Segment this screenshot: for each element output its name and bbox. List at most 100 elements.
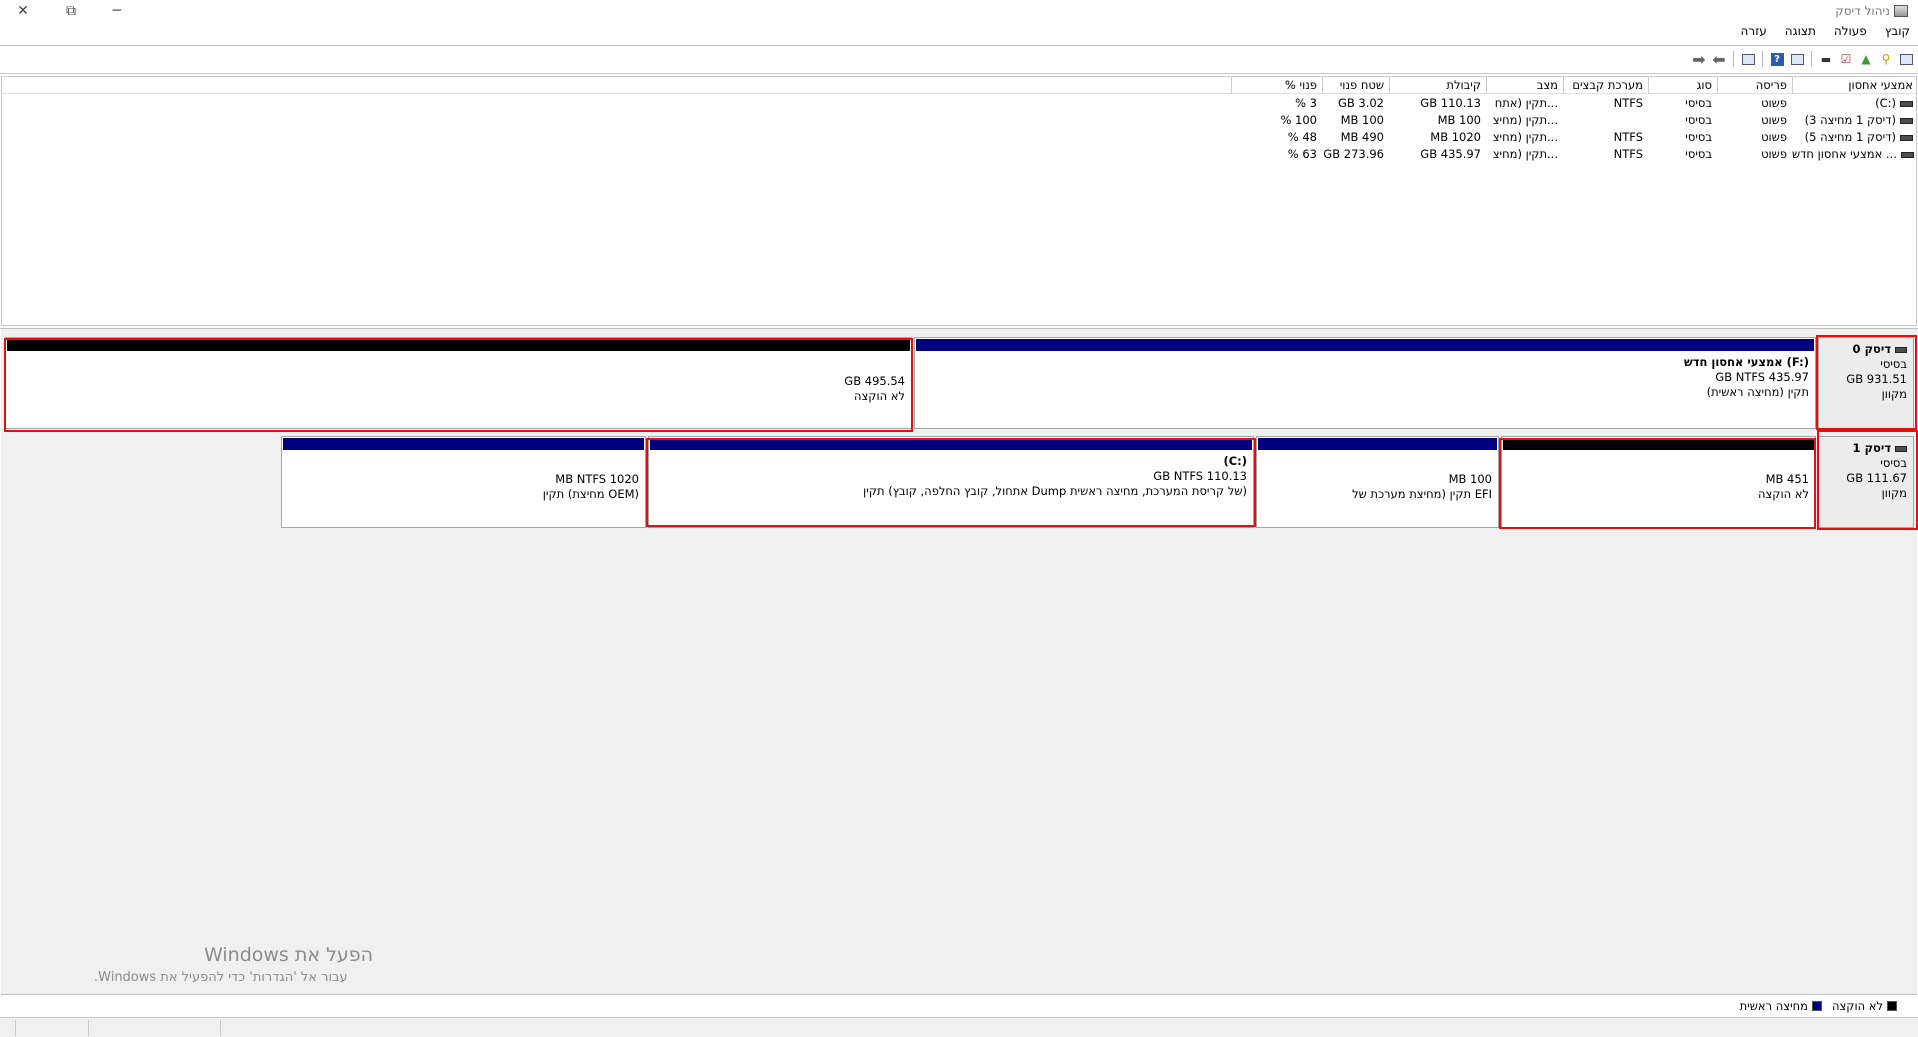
partition-disk1-c[interactable]: (C:) GB NTFS 110.13 תקין (אתחול, קובץ הח… [648,436,1254,528]
col-layout[interactable]: פריסה [1717,77,1792,94]
row-file-system: NTFS [1613,96,1643,110]
partition-size: MB NTFS 1020 [555,472,639,486]
partition-info: MB NTFS 1020 תקין (מחיצת OEM) [543,472,639,502]
menu-help[interactable]: עזרה [1741,24,1767,38]
new-volume-button[interactable]: ▲ [1858,51,1874,67]
forward-button[interactable]: ➡ [1691,49,1707,69]
table-row[interactable]: (C:) [1792,95,1918,112]
col-capacity[interactable]: קיבולת [1389,77,1486,94]
help-button[interactable]: ? [1769,51,1785,67]
partition-disk1-unallocated[interactable]: MB 451 לא הוקצה [1501,436,1816,528]
menu-view[interactable]: תצוגה [1785,24,1816,38]
disk-icon [1895,346,1907,353]
help-icon: ? [1770,52,1784,66]
row-percent-free: % 100 [1280,113,1317,127]
partition-size: MB 451 [1765,472,1809,486]
volume-list[interactable]: אמצעי אחסון פריסה סוג מערכת קבצים מצב קי… [1,76,1918,326]
toolbar-separator [1811,51,1812,67]
minimize-icon: ─ [112,3,122,19]
toolbar-bottom-border [0,73,1918,74]
partition-size: GB NTFS 435.97 [1715,370,1809,384]
row-file-system: NTFS [1613,130,1643,144]
disk-1-type: בסיסי [1880,456,1907,470]
row-status: תקין (מחיצ... [1492,147,1558,161]
show-hide-console-tree-button[interactable] [1740,51,1756,67]
menu-bar: קובץ פעולה תצוגה עזרה [1741,24,1910,38]
properties-button[interactable] [1789,51,1805,67]
status-divider [88,1020,89,1036]
row-percent-free: % 48 [1287,130,1317,144]
legend-label: לא הוקצה [1831,999,1883,1013]
disk-management-icon [1894,5,1908,17]
legend-bar: לא הוקצה מחיצה ראשית [1,994,1917,1017]
partition-title: אמצעי אחסון חדש (F:) [1684,355,1809,369]
console-tree-icon [1741,53,1755,65]
row-volume: (C:) [1875,96,1896,110]
volume-icon [1900,117,1913,124]
table-row[interactable]: (דיסק 1 מחיצה 5) [1792,129,1918,146]
legend-item-unallocated: לא הוקצה [1832,999,1897,1013]
row-status: תקין (אתח... [1494,96,1558,110]
settings-icon [1899,53,1913,65]
row-file-system: NTFS [1613,147,1643,161]
primary-partition-bar [283,438,644,450]
toolbar-separator [1733,51,1734,67]
row-layout: פשוט [1761,130,1787,144]
row-volume: (דיסק 1 מחיצה 3) [1804,113,1896,127]
disk-0-name: דיסק 0 [1852,342,1891,356]
partition-size: GB NTFS 110.13 [1153,469,1247,483]
row-status: תקין (מחיצ... [1492,113,1558,127]
partition-status: לא הוקצה [853,389,905,403]
col-volume[interactable]: אמצעי אחסון [1792,77,1918,94]
legend-label: מחיצה ראשית [1739,999,1808,1013]
disk-0-header[interactable]: דיסק 0 בסיסי GB 931.51 מקוון [1818,337,1914,429]
partition-info: MB 100 תקין (מחיצת מערכת של EFI [1352,472,1492,502]
row-volume: אמצעי אחסון חדש ... [1792,147,1897,161]
partition-disk0-unallocated[interactable]: GB 495.54 לא הוקצה [5,337,912,429]
volume-icon [1900,134,1913,141]
volume-icon [1900,151,1914,158]
restore-button[interactable]: ⧉ [48,0,94,22]
minimize-button[interactable]: ─ [94,0,140,22]
close-button[interactable]: ✕ [0,0,46,22]
partition-disk1-efi[interactable]: MB 100 תקין (מחיצת מערכת של EFI [1256,436,1499,528]
primary-partition-bar [650,438,1252,450]
row-type: בסיסי [1685,113,1712,127]
row-capacity: MB 100 [1437,113,1481,127]
disk-1-name: דיסק 1 [1852,441,1891,455]
partition-status: תקין (מחיצת OEM) [542,487,639,501]
table-row[interactable]: (דיסק 1 מחיצה 3) [1792,112,1918,129]
arrow-right-icon: ➡ [1692,49,1706,69]
partition-info: MB 451 לא הוקצה [1758,472,1809,502]
menu-file[interactable]: קובץ [1885,24,1910,38]
partition-status: תקין (מחיצת מערכת של EFI [1352,487,1492,501]
col-file-system[interactable]: מערכת קבצים [1563,77,1648,94]
primary-partition-bar [916,339,1814,351]
row-free-space: GB 3.02 [1337,96,1384,110]
col-status[interactable]: מצב [1486,77,1563,94]
close-icon: ✕ [17,3,29,19]
primary-swatch [1811,1001,1822,1011]
status-divider [15,1020,16,1036]
partition-disk1-oem[interactable]: MB NTFS 1020 תקין (מחיצת OEM) [281,436,646,528]
partition-disk0-new-volume[interactable]: אמצעי אחסון חדש (F:) GB NTFS 435.97 תקין… [914,337,1816,429]
status-bar [0,1017,1918,1037]
col-free-space[interactable]: שטח פנוי [1322,77,1389,94]
table-row[interactable]: אמצעי אחסון חדש ... [1792,146,1918,163]
connect-drive-button[interactable]: ▬ [1818,51,1834,67]
col-type[interactable]: סוג [1648,77,1717,94]
col-percent-free[interactable]: % פנוי [1231,77,1322,94]
partition-info: (C:) GB NTFS 110.13 תקין (אתחול, קובץ הח… [863,454,1247,499]
row-type: בסיסי [1685,147,1712,161]
row-layout: פשוט [1761,113,1787,127]
menu-action[interactable]: פעולה [1834,24,1867,38]
row-volume: (דיסק 1 מחיצה 5) [1804,130,1896,144]
toolbar-separator [1762,51,1763,67]
find-button[interactable]: ⚲ [1878,51,1894,67]
partition-title: (C:) [1223,454,1247,468]
row-free-space: MB 490 [1340,130,1384,144]
check-button[interactable]: ☑ [1838,51,1854,67]
settings-button[interactable] [1898,51,1914,67]
disk-1-header[interactable]: דיסק 1 בסיסי GB 111.67 מקוון [1818,436,1914,528]
back-button[interactable]: ⬅ [1711,50,1727,69]
